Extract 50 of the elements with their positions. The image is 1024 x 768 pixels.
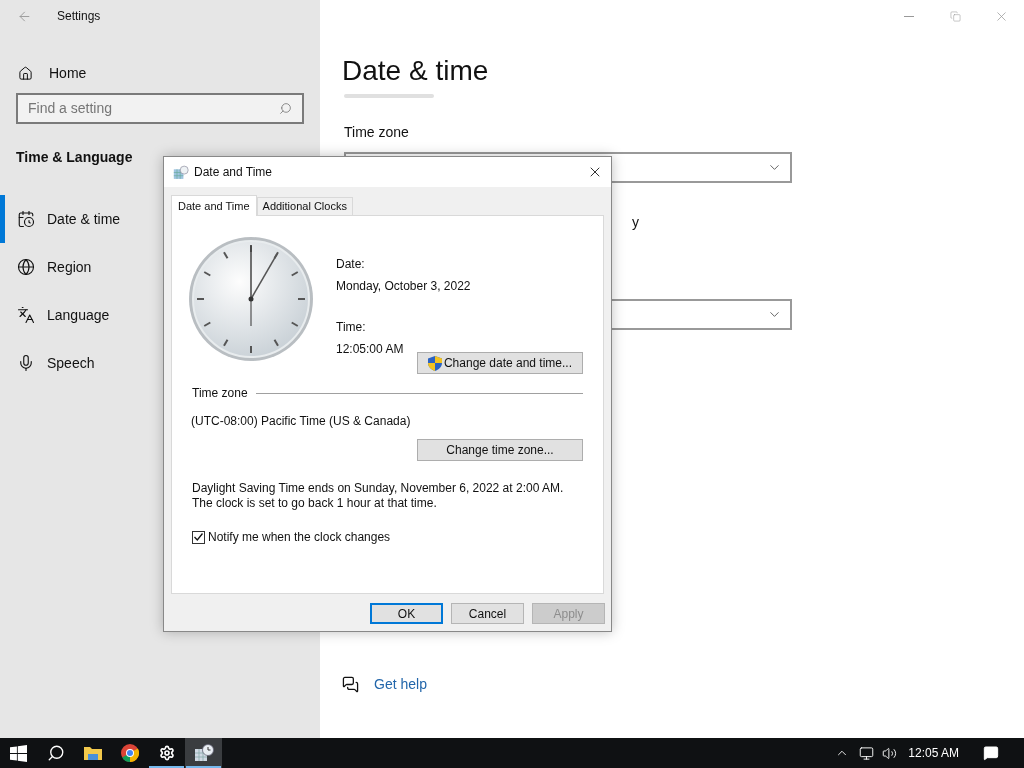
section-heading: Time zone (192, 385, 248, 402)
window-title: Settings (57, 8, 101, 25)
partial-text: y (632, 213, 640, 232)
change-time-zone-button[interactable]: Change time zone... (417, 439, 583, 461)
notification-icon[interactable] (983, 745, 999, 761)
time-value: 12:05:00 AM (336, 341, 405, 358)
dst-note: Daylight Saving Time ends on Sunday, November 6, 2022 at 2:00 AM. The clock is set to go back 1 hour at that time. (192, 481, 565, 511)
date-label: Date: (336, 256, 366, 273)
sidebar-item[interactable]: Speech (0, 339, 320, 387)
restore-icon (949, 10, 961, 22)
notify-checkbox[interactable] (192, 530, 205, 544)
help-icon (342, 676, 359, 693)
time-label: Time: (336, 319, 367, 336)
home-icon (18, 65, 33, 81)
globe-icon (17, 258, 35, 276)
time-zone-value: (UTC-08:00) Pacific Time (US & Canada) (191, 413, 412, 430)
date-value: Monday, October 3, 2022 (336, 278, 471, 295)
dialog-button[interactable]: OK (370, 603, 443, 624)
dialog-title: Date and Time (194, 164, 273, 181)
checkmark-icon (194, 533, 203, 541)
dialog-button[interactable]: Cancel (451, 603, 524, 624)
sidebar-item[interactable]: Region (0, 243, 320, 291)
shield-icon (427, 355, 442, 371)
taskbar-clock[interactable]: 12:05 AM (908, 744, 959, 762)
dialog-tab[interactable]: Additional Clocks (256, 197, 353, 215)
microphone-icon (17, 354, 35, 372)
get-help-link[interactable]: Get help (374, 674, 427, 695)
field-label: Time zone (344, 123, 410, 142)
speaker-icon[interactable] (882, 745, 898, 761)
notify-label: Notify me when the clock changes (208, 529, 391, 546)
search-icon (279, 102, 292, 115)
search-field[interactable]: Find a setting (16, 93, 304, 124)
minimize-icon (904, 15, 914, 17)
sidebar-item[interactable]: Language (0, 291, 320, 339)
section-heading: Time & Language (16, 148, 134, 167)
change-date-time-button[interactable]: Change date and time... (417, 352, 583, 374)
browser-icon (120, 744, 139, 762)
taskbar-button[interactable] (185, 738, 222, 768)
calendar-icon (17, 210, 35, 228)
windows-logo-icon (10, 744, 27, 762)
dialog-tab[interactable]: Date and Time (171, 195, 257, 216)
search-icon (46, 744, 65, 762)
folder-icon (83, 745, 102, 761)
calendar-clock-icon (173, 164, 189, 180)
page-title: Date & time (342, 54, 490, 88)
gear-icon (158, 745, 175, 761)
home-link[interactable]: Home (49, 62, 87, 84)
language-icon (17, 306, 35, 324)
calendar-clock-icon (193, 744, 214, 762)
network-icon[interactable] (859, 745, 875, 761)
